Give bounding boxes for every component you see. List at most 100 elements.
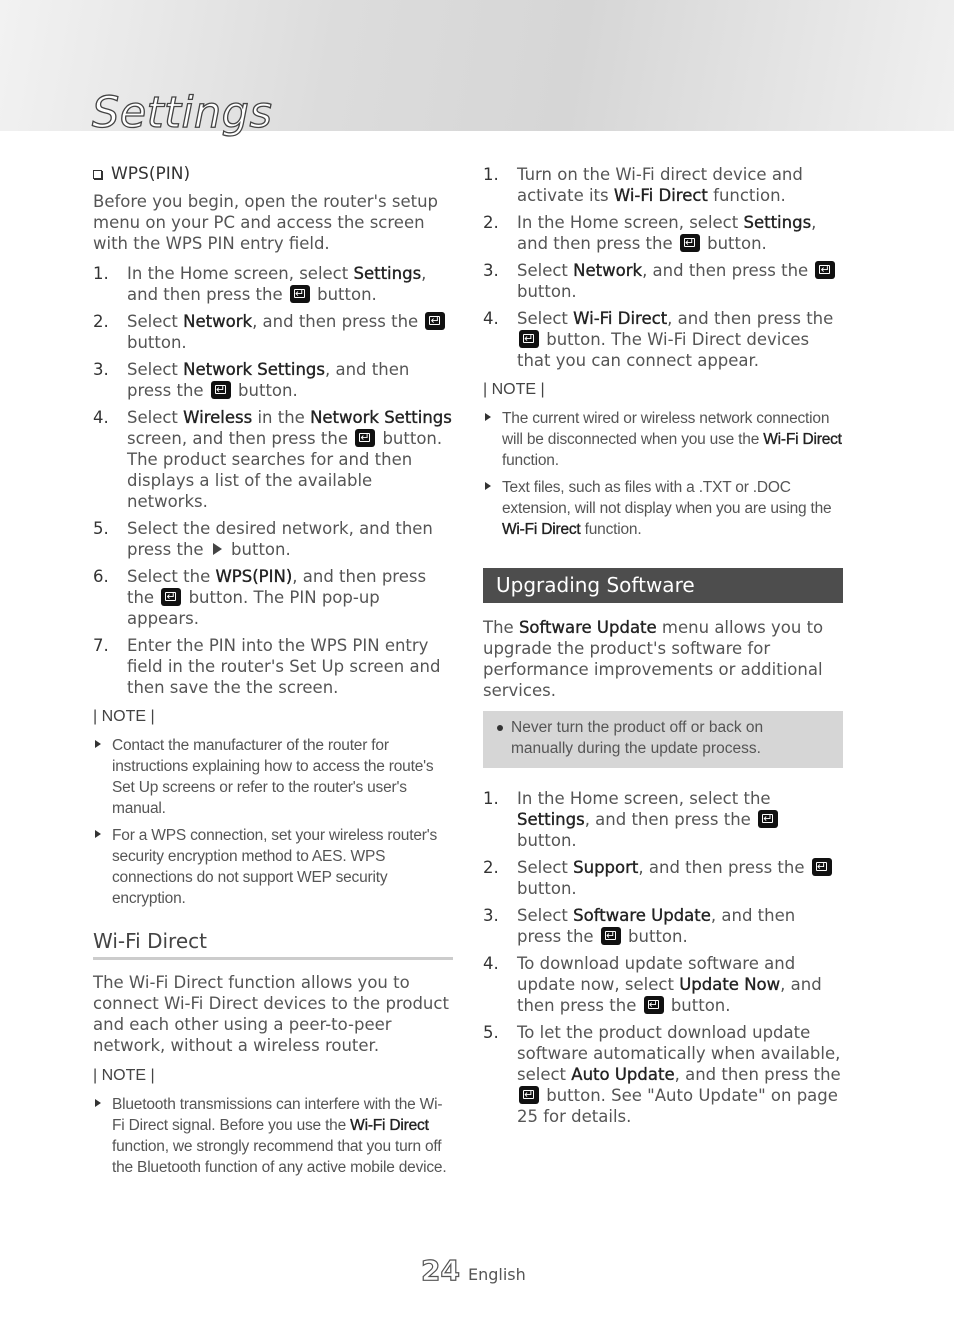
wifi-direct-note-label: | NOTE | — [93, 1067, 155, 1084]
text-run: , and then press the — [252, 312, 424, 331]
step-number: 2. — [93, 312, 109, 331]
checkbox-bullet-icon — [93, 170, 102, 179]
menu-term: Settings — [353, 264, 422, 283]
text-run: In the Home screen, select — [517, 213, 744, 232]
menu-term: Network — [573, 261, 643, 280]
text-run: screen, and then press the — [127, 429, 354, 448]
menu-term: Software Update — [518, 618, 657, 637]
text-run: button. — [622, 927, 688, 946]
enter-icon — [811, 858, 832, 876]
wifi-direct-steps: 1. Turn on the Wi-Fi direct device and ac… — [483, 164, 843, 371]
text-run: The — [483, 618, 519, 637]
step-number: 3. — [483, 906, 499, 925]
enter-icon — [643, 996, 664, 1014]
wifi-direct-steps-notes: The current wired or wireless network co… — [483, 408, 843, 540]
step-number: 1. — [93, 264, 109, 283]
step-number: 4. — [93, 408, 109, 427]
update-warning-text: Never turn the product off or back on ma… — [511, 719, 764, 757]
step-item: 5. To let the product download update sof… — [483, 1022, 843, 1127]
page-title: Settings — [91, 87, 273, 138]
triangle-bullet-icon — [485, 413, 491, 421]
text-run: Select the — [127, 567, 216, 586]
text-run: function. — [580, 521, 642, 538]
enter-icon — [758, 810, 779, 828]
enter-icon — [815, 261, 836, 279]
wifi-direct-notes: Bluetooth transmissions can interfere wi… — [93, 1094, 453, 1178]
wps-pin-heading-text: WPS(PIN) — [111, 164, 191, 184]
step-item: 6. Select the WPS(PIN), and then press th… — [93, 566, 453, 629]
step-number: 3. — [93, 360, 109, 379]
triangle-bullet-icon — [95, 1099, 101, 1107]
text-run: , and then press the — [674, 1065, 841, 1084]
text-run: In the Home screen, select — [127, 264, 354, 283]
upgrading-software-heading: Upgrading Software — [483, 568, 843, 603]
menu-term: Update Now — [679, 975, 781, 994]
enter-icon — [289, 285, 310, 303]
menu-term: Wi-Fi Direct — [502, 521, 581, 538]
menu-term: Wi-Fi Direct — [573, 309, 668, 328]
text-run: function. — [707, 186, 786, 205]
play-icon — [212, 543, 222, 555]
wps-intro: Before you begin, open the router's setu… — [93, 192, 439, 253]
menu-term: Software Update — [573, 906, 711, 925]
text-run: in the — [252, 408, 311, 427]
step-item: 1. In the Home screen, select the Setting… — [483, 788, 843, 851]
text-run: Select — [517, 309, 574, 328]
wifi-direct-heading: Wi-Fi Direct — [93, 931, 453, 960]
note-item: For a WPS connection, set your wireless … — [93, 825, 453, 909]
step-number: 1. — [483, 789, 499, 808]
text-run: function. — [502, 452, 559, 469]
step-item: 3. Select Network, and then press the but… — [483, 260, 843, 302]
step-item: 2. Select Network, and then press the but… — [93, 311, 453, 353]
step-item: 3. Select Software Update, and then press… — [483, 905, 843, 947]
update-warning-box: Never turn the product off or back on ma… — [483, 711, 843, 768]
upgrade-steps: 1. In the Home screen, select the Setting… — [483, 788, 843, 1127]
menu-term: Network Settings — [310, 408, 452, 427]
wps-steps: 1. In the Home screen, select Settings , a… — [93, 263, 453, 698]
right-column: 1. Turn on the Wi-Fi direct device and ac… — [483, 164, 843, 1135]
text-run: button. — [665, 996, 731, 1015]
text-run: Enter the PIN into the WPS PIN entry fie… — [127, 636, 441, 697]
text-run: Select — [517, 858, 574, 877]
menu-term: WPS(PIN) — [215, 567, 293, 586]
wps-notes: Contact the manufacturer of the router f… — [93, 735, 453, 909]
upgrade-intro: The Software Update menu allows you to u… — [483, 617, 843, 701]
page-header-banner: Settings — [0, 0, 954, 139]
text-run: , and then press the — [584, 810, 757, 829]
enter-icon — [210, 381, 231, 399]
text-run: button. — [517, 831, 577, 850]
menu-term: Wi-Fi Direct — [763, 431, 842, 448]
menu-term: Network — [183, 312, 253, 331]
menu-term: Wi-Fi Direct — [350, 1117, 429, 1134]
text-run: In the Home screen, select the — [517, 789, 771, 808]
menu-term: Support — [573, 858, 639, 877]
step-item: 5. Select the desired network, and then p… — [93, 518, 453, 560]
text-run: button. — [225, 540, 291, 559]
text-run: button. — [232, 381, 298, 400]
text-run: Text files, such as files with a .TXT or… — [502, 479, 832, 517]
menu-term: Auto Update — [571, 1065, 675, 1084]
menu-term: Settings — [743, 213, 812, 232]
step-item: 3. Select Network Settings, and then pres… — [93, 359, 453, 401]
step-number: 5. — [93, 519, 109, 538]
text-run: For a WPS connection, set your wireless … — [112, 827, 438, 907]
step-number: 6. — [93, 567, 109, 586]
menu-term: Settings — [517, 810, 585, 829]
language-label: English — [467, 1265, 526, 1284]
text-run: button. — [127, 333, 187, 352]
enter-icon — [519, 330, 539, 348]
bullet-dot-icon — [497, 725, 503, 731]
text-run: Contact the manufacturer of the router f… — [112, 737, 434, 817]
step-item: 4. To download update software and update… — [483, 953, 843, 1016]
step-number: 4. — [483, 954, 499, 973]
step-item: 7. Enter the PIN into the WPS PIN entry f… — [93, 635, 453, 698]
text-run: , and then press the — [667, 309, 834, 328]
text-run: , and then press the — [642, 261, 814, 280]
text-run: function, we strongly recommend that you… — [112, 1138, 447, 1176]
text-run: button. The Wi-Fi Direct devices that yo… — [517, 330, 810, 370]
step-number: 1. — [483, 165, 499, 184]
text-run: Select — [517, 261, 574, 280]
page-footer: 24 English — [420, 1253, 526, 1287]
step-item: 2. Select Support, and then press the but… — [483, 857, 843, 899]
page-number: 24 — [420, 1253, 460, 1287]
